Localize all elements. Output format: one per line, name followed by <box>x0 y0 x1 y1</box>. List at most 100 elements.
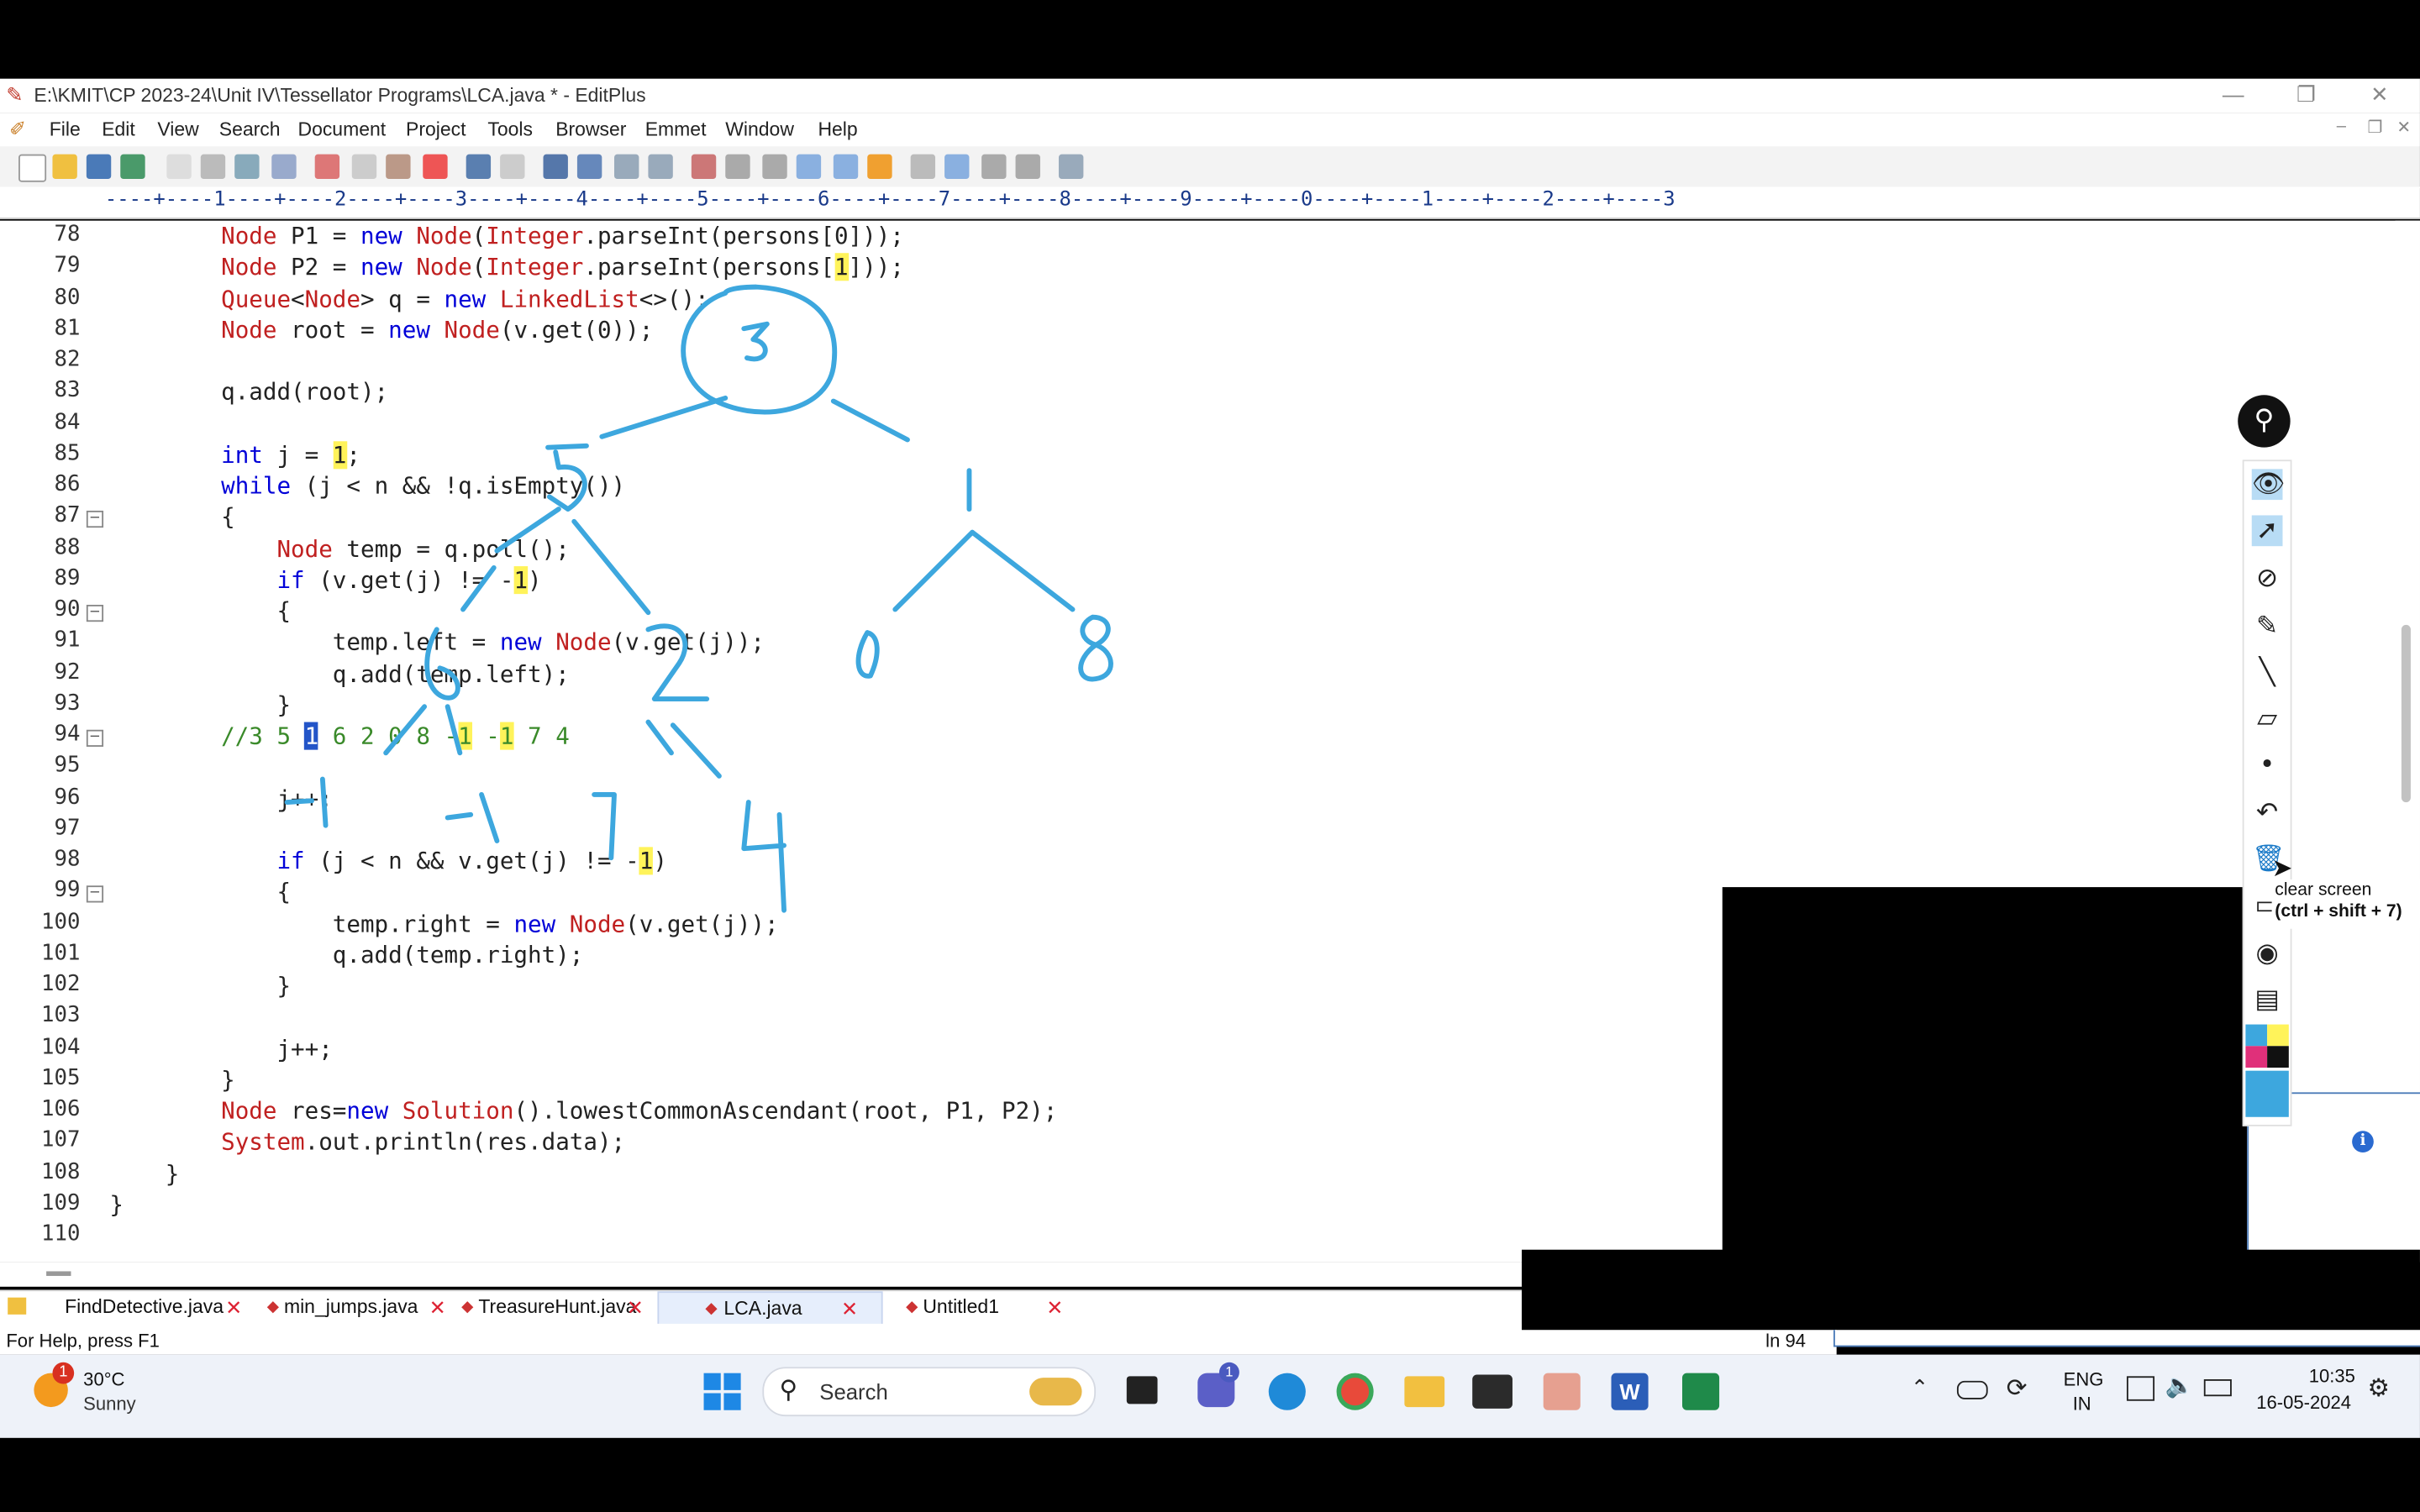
menu-file[interactable]: File <box>50 118 81 140</box>
highlighter-icon[interactable]: ✎ <box>2252 611 2283 642</box>
onedrive-icon[interactable] <box>1956 1380 1988 1399</box>
delete-icon[interactable] <box>423 154 448 180</box>
color-swatch-yellow[interactable] <box>2267 1024 2289 1047</box>
browser-preview-icon[interactable] <box>981 154 1007 180</box>
undo-icon[interactable] <box>466 154 492 180</box>
ruler-icon[interactable] <box>833 154 859 180</box>
save-all-icon[interactable] <box>120 154 145 180</box>
close-tab-icon[interactable]: ✕ <box>627 1291 644 1324</box>
menu-emmet[interactable]: Emmet <box>645 118 707 140</box>
line-numbers-icon[interactable] <box>796 154 822 180</box>
close-tab-icon[interactable]: ✕ <box>225 1291 242 1324</box>
replace-icon[interactable] <box>576 154 602 180</box>
dot-size-icon[interactable]: • <box>2252 750 2283 781</box>
goto-line-icon[interactable] <box>648 154 673 180</box>
weather-badge: 1 <box>52 1362 75 1384</box>
edge-icon[interactable] <box>1268 1373 1306 1410</box>
eye-icon[interactable]: 👁 <box>2251 469 2285 501</box>
fullscreen-icon[interactable] <box>1015 154 1040 180</box>
cut-icon[interactable] <box>314 154 340 180</box>
menu-tools[interactable]: Tools <box>487 118 533 140</box>
taskbar-search-box[interactable]: ⚲ Search <box>762 1367 1097 1417</box>
pen-off-icon[interactable]: ⊘ <box>2252 563 2283 594</box>
undo-stroke-icon[interactable]: ↶ <box>2252 798 2283 829</box>
color-swatch-blue[interactable] <box>2245 1024 2268 1047</box>
redo-icon[interactable] <box>500 154 525 180</box>
help-icon[interactable] <box>1058 154 1084 180</box>
menu-search[interactable]: Search <box>219 118 281 140</box>
check-icon[interactable] <box>867 154 892 180</box>
volume-icon[interactable]: 🔈 <box>2165 1372 2194 1399</box>
refresh-icon[interactable] <box>271 154 297 180</box>
info-icon[interactable]: i <box>2352 1131 2374 1153</box>
close-tab-icon[interactable]: ✕ <box>841 1293 858 1326</box>
mdi-restore-button[interactable]: ❐ <box>2367 118 2382 137</box>
menu-edit[interactable]: Edit <box>102 118 135 140</box>
find-icon[interactable] <box>543 154 568 180</box>
lang-eng[interactable]: ENG <box>2064 1368 2104 1390</box>
new-file-icon[interactable] <box>18 154 47 182</box>
notification-icon[interactable]: ⚙ <box>2367 1373 2389 1404</box>
save-icon[interactable] <box>86 154 112 180</box>
clock-time[interactable]: 10:35 <box>2309 1365 2355 1387</box>
cursor-icon[interactable]: ➚ <box>2251 515 2283 547</box>
vertical-scrollbar-thumb[interactable] <box>2401 624 2411 803</box>
print-preview-icon[interactable] <box>166 154 192 180</box>
terminal-icon[interactable] <box>1472 1374 1512 1409</box>
network-icon[interactable] <box>2126 1376 2155 1401</box>
weather-temp[interactable]: 30°C <box>83 1368 124 1390</box>
line-icon[interactable]: ╲ <box>2252 657 2283 688</box>
file-explorer-icon[interactable] <box>1404 1376 1445 1408</box>
hex-icon[interactable] <box>725 154 750 180</box>
spellcheck-icon[interactable] <box>234 154 260 180</box>
battery-icon[interactable] <box>2203 1379 2232 1397</box>
word-icon[interactable]: W <box>1611 1373 1649 1410</box>
menu-document[interactable]: Document <box>297 118 386 140</box>
minimize-button[interactable]: — <box>2223 81 2244 106</box>
task-view-icon[interactable] <box>1126 1376 1158 1404</box>
current-color-swatch[interactable] <box>2245 1070 2289 1117</box>
lang-in[interactable]: IN <box>2073 1394 2091 1415</box>
show-hidden-icons-chevron-icon[interactable]: ⌃ <box>1911 1374 1929 1400</box>
windows-start-icon[interactable] <box>703 1373 741 1410</box>
color-swatch-pink[interactable] <box>2245 1046 2268 1068</box>
clipboard-icon[interactable]: ▤ <box>2252 984 2283 1016</box>
close-tab-icon[interactable]: ✕ <box>429 1291 446 1324</box>
menu-project[interactable]: Project <box>406 118 466 140</box>
font-icon[interactable] <box>691 154 717 180</box>
open-folder-icon[interactable] <box>52 154 77 180</box>
menu-window[interactable]: Window <box>725 118 794 140</box>
cliptext-icon[interactable] <box>944 154 970 180</box>
tab-lca[interactable]: ◆ LCA.java ✕ <box>657 1291 883 1327</box>
close-button[interactable]: ✕ <box>2370 81 2389 108</box>
window-layout-icon[interactable] <box>910 154 936 180</box>
eraser-icon[interactable]: ▱ <box>2252 704 2283 735</box>
find-in-files-icon[interactable] <box>614 154 639 180</box>
sync-icon[interactable]: ⟳ <box>2007 1373 2028 1404</box>
column-ruler: ----+----1----+----2----+----3----+----4… <box>0 186 2420 219</box>
chrome-icon[interactable] <box>1336 1373 1374 1410</box>
color-swatch-black[interactable] <box>2267 1046 2289 1068</box>
editplus-taskbar-icon[interactable] <box>1543 1373 1581 1410</box>
print-icon[interactable] <box>200 154 226 180</box>
maximize-button[interactable]: ❐ <box>2296 81 2316 108</box>
mdi-minimize-button[interactable]: – <box>2337 118 2346 136</box>
tab-min-jumps[interactable]: ◆ min_jumps.java ✕ <box>262 1291 469 1324</box>
close-tab-icon[interactable]: ✕ <box>1046 1291 1063 1324</box>
camera-icon[interactable]: ◉ <box>2252 938 2283 969</box>
tab-untitled1[interactable]: ◆ Untitled1 ✕ <box>902 1291 1093 1324</box>
menu-view[interactable]: View <box>157 118 198 140</box>
tab-finddetective[interactable]: FindDetective.java ✕ <box>43 1291 262 1324</box>
tab-treasurehunt[interactable]: ◆ TreasureHunt.java ✕ <box>457 1291 664 1324</box>
horizontal-scrollbar-thumb[interactable] <box>46 1271 71 1276</box>
word-wrap-icon[interactable] <box>762 154 787 180</box>
menu-help[interactable]: Help <box>818 118 857 140</box>
horizontal-scrollbar[interactable] <box>0 1262 1522 1287</box>
excel-like-icon[interactable] <box>1682 1373 1720 1410</box>
paste-icon[interactable] <box>386 154 411 180</box>
pen-tool-launcher-icon[interactable]: ⚲ <box>2238 395 2291 448</box>
copy-icon[interactable] <box>351 154 377 180</box>
menu-browser[interactable]: Browser <box>555 118 626 140</box>
clock-date[interactable]: 16-05-2024 <box>2256 1392 2351 1414</box>
mdi-close-button[interactable]: ✕ <box>2396 118 2411 137</box>
